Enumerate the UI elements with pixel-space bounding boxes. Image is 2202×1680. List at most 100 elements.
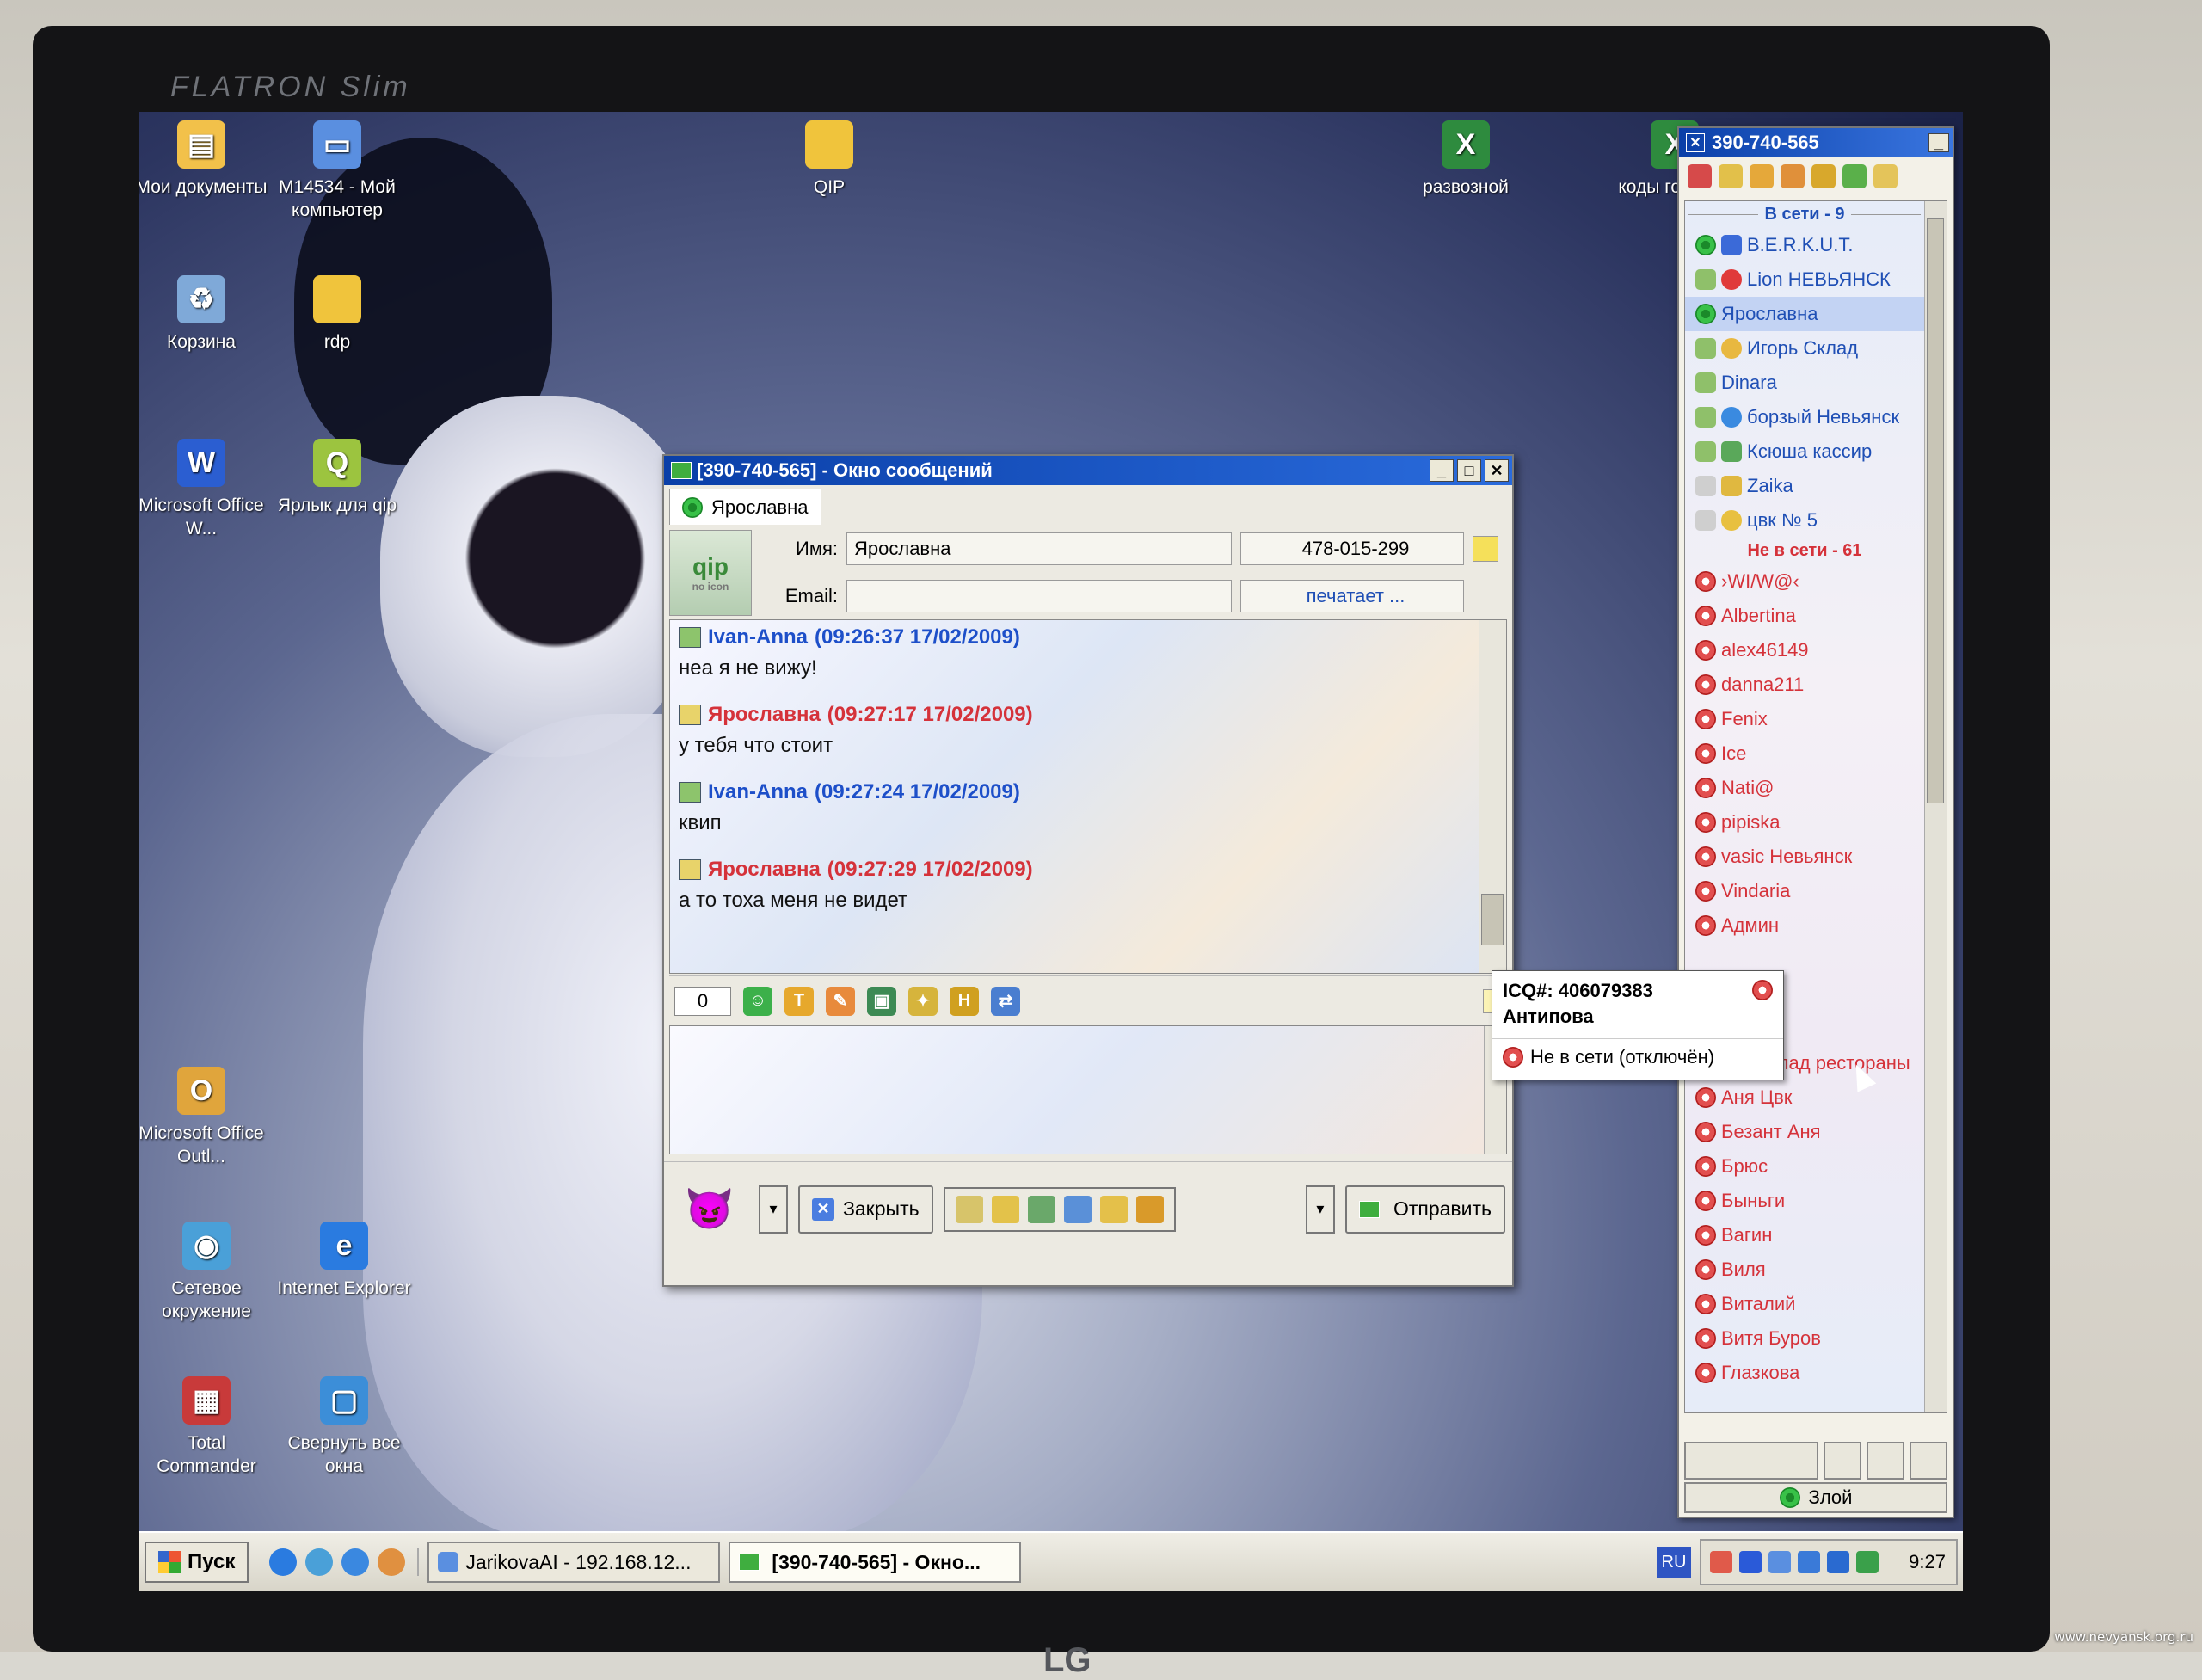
main-menu-icon[interactable] bbox=[1688, 164, 1712, 188]
contact-item[interactable]: Zaika bbox=[1685, 469, 1947, 503]
qip-tray-icon[interactable] bbox=[1710, 1551, 1732, 1573]
contact-item[interactable]: pipiska bbox=[1685, 805, 1947, 840]
groups-button[interactable] bbox=[1867, 1442, 1904, 1480]
taskbar-item-message-window[interactable]: [390-740-565] - Окно... bbox=[729, 1542, 1021, 1583]
close-window-button[interactable]: ✕ bbox=[1485, 459, 1509, 482]
contact-item[interactable]: Fenix bbox=[1685, 702, 1947, 736]
contact-item[interactable]: Брюс bbox=[1685, 1149, 1947, 1184]
contact-item[interactable]: Аня Цвк bbox=[1685, 1080, 1947, 1115]
n-icon[interactable] bbox=[1136, 1196, 1164, 1223]
contact-item[interactable]: danna211 bbox=[1685, 668, 1947, 702]
safely-remove-tray-icon[interactable] bbox=[1856, 1551, 1879, 1573]
outlook-quicklaunch-icon[interactable] bbox=[378, 1548, 405, 1576]
contact-item[interactable]: Игорь Склад bbox=[1685, 331, 1947, 366]
desktop-icon-rdp[interactable]: rdp bbox=[268, 275, 406, 354]
contacts-scroll-area[interactable]: В сети - 9 B.E.R.K.U.T. Lion НЕВЬЯНСК Яр… bbox=[1684, 200, 1947, 1413]
history-scrollbar[interactable] bbox=[1479, 620, 1506, 973]
contact-item[interactable]: Ксюша кассир bbox=[1685, 434, 1947, 469]
desktop-icon-razvoznoy[interactable]: X развозной bbox=[1397, 120, 1535, 199]
translit-icon[interactable]: ⇄ bbox=[991, 987, 1020, 1016]
contact-item[interactable]: ›WI/W@‹ bbox=[1685, 564, 1947, 599]
media-player-icon[interactable] bbox=[269, 1548, 297, 1576]
font-icon[interactable]: T bbox=[784, 987, 814, 1016]
desktop-icon-my-documents[interactable]: ▤ Мои документы bbox=[139, 120, 270, 199]
contact-item[interactable]: Dinara bbox=[1685, 366, 1947, 400]
audio-tray-icon[interactable] bbox=[1798, 1551, 1820, 1573]
contact-item[interactable]: цвк № 5 bbox=[1685, 503, 1947, 538]
contact-list-titlebar[interactable]: ✕ 390-740-565 _ bbox=[1679, 128, 1953, 157]
player-tray-icon[interactable] bbox=[1739, 1551, 1762, 1573]
contact-item[interactable]: Виля bbox=[1685, 1252, 1947, 1287]
desktop-icon-my-computer[interactable]: ▭ M14534 - Мой компьютер bbox=[268, 120, 406, 222]
taskbar-item-rdp[interactable]: JarikovaAI - 192.168.12... bbox=[427, 1542, 720, 1583]
contact-list-scrollbar[interactable] bbox=[1924, 201, 1947, 1412]
contact-details-icon[interactable] bbox=[1028, 1196, 1055, 1223]
contact-item[interactable]: B.E.R.K.U.T. bbox=[1685, 228, 1947, 262]
contact-item[interactable]: Быньги bbox=[1685, 1184, 1947, 1218]
name-field[interactable]: Ярославна bbox=[846, 532, 1232, 565]
list-minimize-button[interactable]: _ bbox=[1928, 133, 1949, 152]
contact-item-selected[interactable]: Ярославна bbox=[1685, 297, 1947, 331]
connection-tray-icon[interactable] bbox=[1827, 1551, 1849, 1573]
contact-item[interactable]: Lion НЕВЬЯНСК bbox=[1685, 262, 1947, 297]
desktop-icon[interactable] bbox=[305, 1548, 333, 1576]
tab-contact[interactable]: Ярославна bbox=[669, 489, 821, 525]
quote-icon[interactable] bbox=[956, 1196, 983, 1223]
notes-icon[interactable] bbox=[992, 1196, 1019, 1223]
desktop-icon-total-commander[interactable]: ▦ Total Commander bbox=[139, 1376, 275, 1478]
email-field[interactable] bbox=[846, 580, 1232, 612]
search-contacts-button[interactable] bbox=[1824, 1442, 1861, 1480]
close-dropdown[interactable]: ▾ bbox=[759, 1185, 788, 1234]
desktop-icon-minimize-all[interactable]: ▢ Свернуть все окна bbox=[275, 1376, 413, 1478]
color-icon[interactable]: ✎ bbox=[826, 987, 855, 1016]
message-history[interactable]: Ivan-Anna (09:26:37 17/02/2009) неа я не… bbox=[669, 619, 1507, 974]
status-selector[interactable]: Злой bbox=[1684, 1482, 1947, 1513]
contact-item[interactable]: борзый Невьянск bbox=[1685, 400, 1947, 434]
contact-item[interactable]: Виталий bbox=[1685, 1287, 1947, 1321]
ignore-icon[interactable] bbox=[1064, 1196, 1092, 1223]
close-button[interactable]: ✕ Закрыть bbox=[798, 1185, 933, 1234]
start-button[interactable]: Пуск bbox=[145, 1542, 249, 1583]
smiley-icon[interactable]: ☺ bbox=[743, 987, 772, 1016]
online-group-header[interactable]: В сети - 9 bbox=[1685, 201, 1947, 228]
minimize-button[interactable]: _ bbox=[1430, 459, 1454, 482]
send-button[interactable]: Отправить bbox=[1345, 1185, 1505, 1234]
language-indicator[interactable]: RU bbox=[1657, 1547, 1691, 1578]
contact-item[interactable]: Ice bbox=[1685, 736, 1947, 771]
status-smiley-icon[interactable]: 😈 bbox=[671, 1171, 748, 1248]
uin-field[interactable]: 478-015-299 bbox=[1240, 532, 1464, 565]
desktop-icon-network[interactable]: ◉ Сетевое окружение bbox=[139, 1222, 275, 1323]
contact-item[interactable]: vasic Невьянск bbox=[1685, 840, 1947, 874]
desktop-icon-ie[interactable]: e Internet Explorer bbox=[275, 1222, 413, 1300]
user-info-icon[interactable] bbox=[1473, 536, 1498, 562]
send-dropdown[interactable]: ▾ bbox=[1306, 1185, 1335, 1234]
privacy-icon[interactable] bbox=[1781, 164, 1805, 188]
offline-group-header[interactable]: Не в сети - 61 bbox=[1685, 538, 1947, 564]
save-icon[interactable]: ▣ bbox=[867, 987, 896, 1016]
message-window-titlebar[interactable]: [390-740-565] - Окно сообщений _ □ ✕ bbox=[664, 456, 1512, 485]
desktop-icon-recycle-bin[interactable]: ♻ Корзина bbox=[139, 275, 270, 354]
clock[interactable]: 9:27 bbox=[1909, 1551, 1956, 1573]
contact-item[interactable]: alex46149 bbox=[1685, 633, 1947, 668]
contact-item[interactable]: Vindaria bbox=[1685, 874, 1947, 908]
contact-item[interactable]: Админ bbox=[1685, 908, 1947, 943]
add-contact-icon[interactable] bbox=[1842, 164, 1867, 188]
maximize-button[interactable]: □ bbox=[1457, 459, 1481, 482]
send-file-icon[interactable]: ✦ bbox=[908, 987, 938, 1016]
contact-item[interactable]: Albertina bbox=[1685, 599, 1947, 633]
sound-icon[interactable] bbox=[1750, 164, 1774, 188]
desktop-icon-qip[interactable]: QIP bbox=[760, 120, 898, 199]
contact-item[interactable]: Nati@ bbox=[1685, 771, 1947, 805]
contact-item[interactable]: Витя Буров bbox=[1685, 1321, 1947, 1356]
contact-item[interactable]: Безант Аня bbox=[1685, 1115, 1947, 1149]
message-input[interactable] bbox=[669, 1025, 1507, 1154]
history-icon[interactable]: H bbox=[950, 987, 979, 1016]
show-offline-icon[interactable] bbox=[1719, 164, 1743, 188]
settings-icon[interactable] bbox=[1873, 164, 1898, 188]
client-menu-button[interactable] bbox=[1684, 1442, 1818, 1480]
contact-item[interactable]: Вагин bbox=[1685, 1218, 1947, 1252]
desktop-icon-qip-shortcut[interactable]: Q Ярлык для qip bbox=[268, 439, 406, 517]
desktop-icon-outlook[interactable]: O Microsoft Office Outl... bbox=[139, 1067, 270, 1168]
network-tray-icon[interactable] bbox=[1768, 1551, 1791, 1573]
xstatus-button[interactable] bbox=[1910, 1442, 1947, 1480]
